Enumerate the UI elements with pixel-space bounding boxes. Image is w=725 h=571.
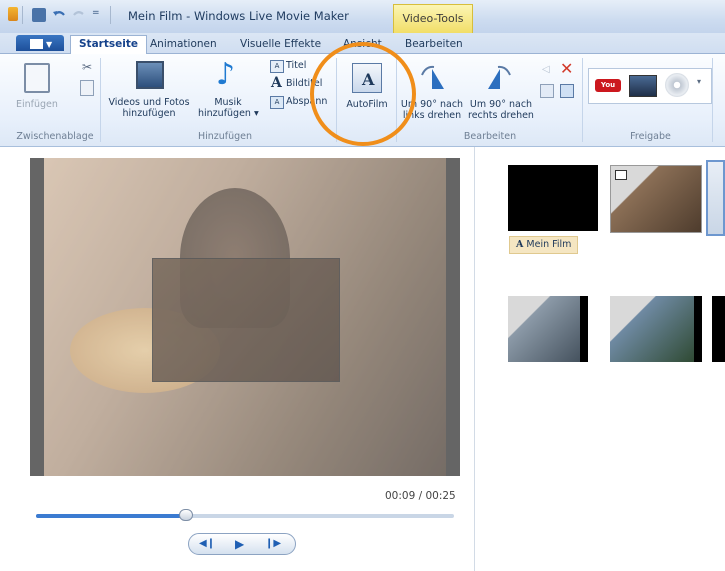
storyboard-clip[interactable]	[610, 165, 702, 233]
arrow-left-icon[interactable]: ◁	[542, 64, 550, 75]
title-label: Titel	[286, 60, 307, 71]
video-tools-context-tab: Video-Tools	[393, 4, 473, 34]
divider	[712, 58, 713, 142]
transition-icon	[615, 170, 627, 180]
tab-startseite[interactable]: Startseite	[70, 35, 147, 55]
remove-icon[interactable]: ✕	[560, 59, 573, 78]
credits-icon: A	[270, 96, 284, 109]
rotate-right-label-1: Um 90° nach	[469, 99, 533, 110]
storyboard-clip-selected[interactable]	[706, 160, 725, 236]
divider	[22, 6, 23, 24]
divider	[110, 6, 111, 24]
add-music-label-2: hinzufügen ▾	[198, 108, 259, 119]
monitor-icon[interactable]	[629, 75, 657, 97]
fade-overlay	[30, 158, 460, 476]
title-bar: = Mein Film - Windows Live Movie Maker V…	[0, 0, 725, 34]
rotate-left-icon	[421, 65, 444, 89]
share-gallery[interactable]: You ▾	[588, 68, 712, 104]
group-label-share: Freigabe	[630, 131, 671, 142]
group-label-add: Hinzufügen	[197, 131, 253, 142]
title-icon: A	[270, 60, 284, 73]
storyboard-clip[interactable]	[508, 296, 588, 362]
film-photo-icon	[136, 61, 164, 89]
autofilm-highlight-circle	[310, 42, 416, 146]
title-caption-icon: A	[516, 239, 524, 250]
title-caption-label: Mein Film	[526, 239, 572, 250]
customize-quick-access-icon[interactable]: =	[92, 8, 100, 18]
storyboard-clip[interactable]	[610, 296, 702, 362]
seek-bar[interactable]	[36, 509, 454, 521]
undo-icon[interactable]	[52, 8, 66, 22]
caption-icon: A	[271, 75, 282, 91]
document-icon	[30, 39, 43, 49]
storyboard-clip[interactable]	[712, 296, 725, 362]
seek-bar-progress	[36, 514, 187, 518]
group-label-edit: Bearbeiten	[463, 131, 517, 142]
add-videos-photos-label-1: Videos und Fotos	[108, 97, 190, 108]
add-music-button[interactable]: ♪ Musik hinzufügen ▾	[198, 57, 259, 125]
youtube-icon[interactable]: You	[595, 79, 621, 92]
redo-icon[interactable]	[72, 8, 86, 22]
storyboard-clip-title[interactable]	[508, 165, 598, 231]
snapshot-icon[interactable]	[560, 84, 574, 98]
application-menu-button[interactable]: ▼	[16, 35, 64, 51]
playback-controls: ◀❙ ▶ ❙▶	[188, 533, 296, 555]
paste-label: Einfügen	[16, 99, 58, 110]
title-caption-tag[interactable]: A Mein Film	[509, 236, 579, 254]
app-icon	[8, 7, 18, 21]
divider	[582, 58, 583, 142]
divider	[100, 58, 101, 142]
chevron-down-icon: ▼	[46, 40, 53, 49]
save-icon[interactable]	[32, 8, 46, 22]
rotate-right-button[interactable]: Um 90° nach rechts drehen	[466, 59, 536, 125]
select-all-icon[interactable]	[540, 84, 554, 98]
rotate-right-label-2: rechts drehen	[468, 110, 534, 121]
next-frame-button[interactable]: ❙▶	[265, 538, 281, 549]
copy-icon[interactable]	[80, 80, 94, 96]
previous-frame-button[interactable]: ◀❙	[199, 538, 215, 549]
rotate-right-icon	[488, 65, 511, 89]
time-display: 00:09 / 00:25	[385, 490, 456, 502]
add-music-label-1: Musik	[214, 97, 242, 108]
group-label-clipboard: Zwischenablage	[16, 131, 94, 142]
window-title: Mein Film - Windows Live Movie Maker	[128, 9, 349, 23]
video-preview	[30, 158, 460, 476]
tab-bearbeiten[interactable]: Bearbeiten	[405, 36, 463, 53]
add-videos-photos-button[interactable]: Videos und Fotos hinzufügen	[108, 59, 190, 125]
tab-animationen[interactable]: Animationen	[150, 36, 217, 53]
music-note-icon: ♪	[216, 57, 236, 92]
disc-icon[interactable]	[665, 73, 689, 97]
chevron-down-icon[interactable]: ▾	[697, 77, 701, 86]
paste-button[interactable]: Einfügen	[16, 59, 58, 121]
play-button[interactable]: ▶	[235, 537, 244, 551]
clipboard-icon	[24, 63, 50, 93]
add-videos-photos-label-2: hinzufügen	[122, 108, 176, 119]
cut-icon[interactable]: ✂	[82, 60, 92, 74]
tab-visuelle-effekte[interactable]: Visuelle Effekte	[240, 36, 321, 53]
